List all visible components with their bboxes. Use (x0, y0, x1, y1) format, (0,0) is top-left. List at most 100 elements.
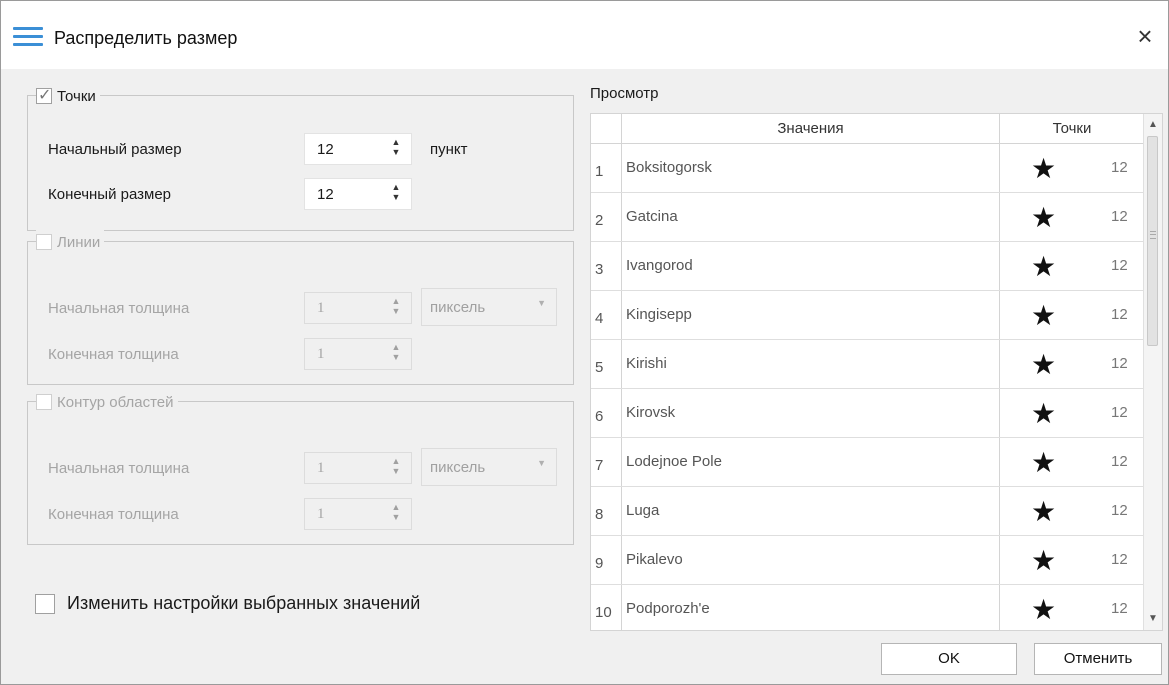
row-size: 12 (1111, 600, 1128, 617)
lines-start-width-spinner[interactable]: 1 ▲ ▼ (304, 292, 412, 324)
grip-icon (1150, 231, 1156, 239)
lines-end-width-spinner[interactable]: 1 ▲ ▼ (304, 338, 412, 370)
hamburger-icon[interactable] (13, 27, 43, 47)
row-index: 4 (591, 291, 622, 339)
start-size-spinner[interactable]: 12 ▲ ▼ (304, 133, 412, 165)
star-icon[interactable]: ★ (1031, 497, 1056, 527)
row-value: Ivangorod (622, 242, 1000, 290)
lines-label: Линии (57, 233, 101, 251)
lines-unit-value: пиксель (430, 299, 486, 316)
row-value: Kirovsk (622, 389, 1000, 437)
column-header-points[interactable]: Точки (1000, 114, 1144, 144)
points-legend: ✓ Точки (36, 84, 100, 108)
star-icon[interactable]: ★ (1031, 350, 1056, 380)
row-value: Kingisepp (622, 291, 1000, 339)
star-icon[interactable]: ★ (1031, 203, 1056, 233)
row-size: 12 (1111, 551, 1128, 568)
points-checkbox[interactable]: ✓ (36, 87, 52, 104)
lines-start-width-value: 1 (317, 300, 325, 316)
table-row[interactable]: 5 Kirishi ★ 12 (591, 340, 1144, 389)
cancel-button[interactable]: Отменить (1034, 643, 1162, 675)
ok-button[interactable]: OK (881, 643, 1017, 675)
row-size: 12 (1111, 159, 1128, 176)
distribute-size-dialog: Распределить размер × ✓ Точки Начальный … (0, 0, 1169, 685)
spin-arrows-icon[interactable]: ▲ ▼ (391, 182, 401, 206)
preview-label: Просмотр (590, 85, 659, 102)
table-row[interactable]: 8 Luga ★ 12 (591, 487, 1144, 536)
scroll-thumb[interactable] (1147, 136, 1158, 346)
lines-start-width-label: Начальная толщина (48, 300, 190, 317)
area-end-width-value: 1 (317, 506, 325, 522)
table-row[interactable]: 6 Kirovsk ★ 12 (591, 389, 1144, 438)
column-header-index (591, 114, 622, 144)
row-value: Boksitogorsk (622, 144, 1000, 192)
table-row[interactable]: 2 Gatcina ★ 12 (591, 193, 1144, 242)
star-icon[interactable]: ★ (1031, 154, 1056, 184)
star-icon[interactable]: ★ (1031, 595, 1056, 625)
table-row[interactable]: 4 Kingisepp ★ 12 (591, 291, 1144, 340)
row-index: 1 (591, 144, 622, 192)
lines-group: Линии Начальная толщина 1 ▲ ▼ пиксель ▼ К… (27, 230, 574, 385)
star-icon[interactable]: ★ (1031, 301, 1056, 331)
spin-arrows-icon[interactable]: ▲ ▼ (391, 456, 401, 480)
row-index: 2 (591, 193, 622, 241)
row-value: Luga (622, 487, 1000, 535)
table-row[interactable]: 10 Podporozh'e ★ 12 (591, 585, 1144, 630)
end-size-spinner[interactable]: 12 ▲ ▼ (304, 178, 412, 210)
table-row[interactable]: 9 Pikalevo ★ 12 (591, 536, 1144, 585)
spin-arrows-icon[interactable]: ▲ ▼ (391, 137, 401, 161)
column-header-values[interactable]: Значения (622, 114, 1000, 144)
area-start-width-label: Начальная толщина (48, 460, 190, 477)
area-unit-dropdown[interactable]: пиксель ▼ (421, 448, 557, 486)
scroll-up-icon[interactable]: ▲ (1144, 116, 1162, 134)
star-icon[interactable]: ★ (1031, 546, 1056, 576)
spin-arrows-icon[interactable]: ▲ ▼ (391, 296, 401, 320)
row-size: 12 (1111, 453, 1128, 470)
scroll-down-icon[interactable]: ▼ (1144, 610, 1162, 628)
start-size-value: 12 (317, 141, 334, 158)
checkmark-icon: ✓ (38, 87, 52, 104)
area-outline-checkbox[interactable] (36, 394, 52, 410)
row-index: 7 (591, 438, 622, 486)
row-size: 12 (1111, 502, 1128, 519)
points-group: ✓ Точки Начальный размер 12 ▲ ▼ пункт Кон… (27, 84, 574, 231)
apply-selected-checkbox[interactable] (35, 593, 55, 614)
apply-selected-row[interactable]: Изменить настройки выбранных значений (35, 593, 420, 614)
star-icon[interactable]: ★ (1031, 399, 1056, 429)
star-icon[interactable]: ★ (1031, 252, 1056, 282)
start-size-unit: пункт (430, 141, 468, 158)
table-row[interactable]: 3 Ivangorod ★ 12 (591, 242, 1144, 291)
row-size: 12 (1111, 257, 1128, 274)
start-size-label: Начальный размер (48, 141, 182, 158)
row-index: 5 (591, 340, 622, 388)
lines-unit-dropdown[interactable]: пиксель ▼ (421, 288, 557, 326)
area-unit-value: пиксель (430, 459, 486, 476)
area-outline-legend: Контур областей (36, 390, 178, 414)
row-value: Pikalevo (622, 536, 1000, 584)
row-size: 12 (1111, 355, 1128, 372)
end-size-value: 12 (317, 186, 334, 203)
star-icon[interactable]: ★ (1031, 448, 1056, 478)
spin-arrows-icon[interactable]: ▲ ▼ (391, 502, 401, 526)
row-index: 3 (591, 242, 622, 290)
preview-scrollbar[interactable]: ▲ ▼ (1143, 114, 1162, 630)
table-row[interactable]: 7 Lodejnoe Pole ★ 12 (591, 438, 1144, 487)
preview-table: Значения Точки 1 Boksitogorsk ★ 12 2 Gat… (590, 113, 1163, 631)
row-value: Podporozh'e (622, 585, 1000, 630)
row-size: 12 (1111, 306, 1128, 323)
lines-checkbox[interactable] (36, 234, 52, 250)
area-end-width-spinner[interactable]: 1 ▲ ▼ (304, 498, 412, 530)
area-start-width-spinner[interactable]: 1 ▲ ▼ (304, 452, 412, 484)
table-row[interactable]: 1 Boksitogorsk ★ 12 (591, 144, 1144, 193)
lines-end-width-label: Конечная толщина (48, 346, 179, 363)
row-size: 12 (1111, 208, 1128, 225)
area-end-width-label: Конечная толщина (48, 506, 179, 523)
chevron-down-icon: ▼ (537, 298, 546, 308)
close-icon[interactable]: × (1130, 21, 1160, 51)
title-bar: Распределить размер × (1, 1, 1168, 69)
points-label: Точки (57, 87, 96, 105)
chevron-down-icon: ▼ (537, 458, 546, 468)
spin-arrows-icon[interactable]: ▲ ▼ (391, 342, 401, 366)
row-value: Gatcina (622, 193, 1000, 241)
area-start-width-value: 1 (317, 460, 325, 476)
